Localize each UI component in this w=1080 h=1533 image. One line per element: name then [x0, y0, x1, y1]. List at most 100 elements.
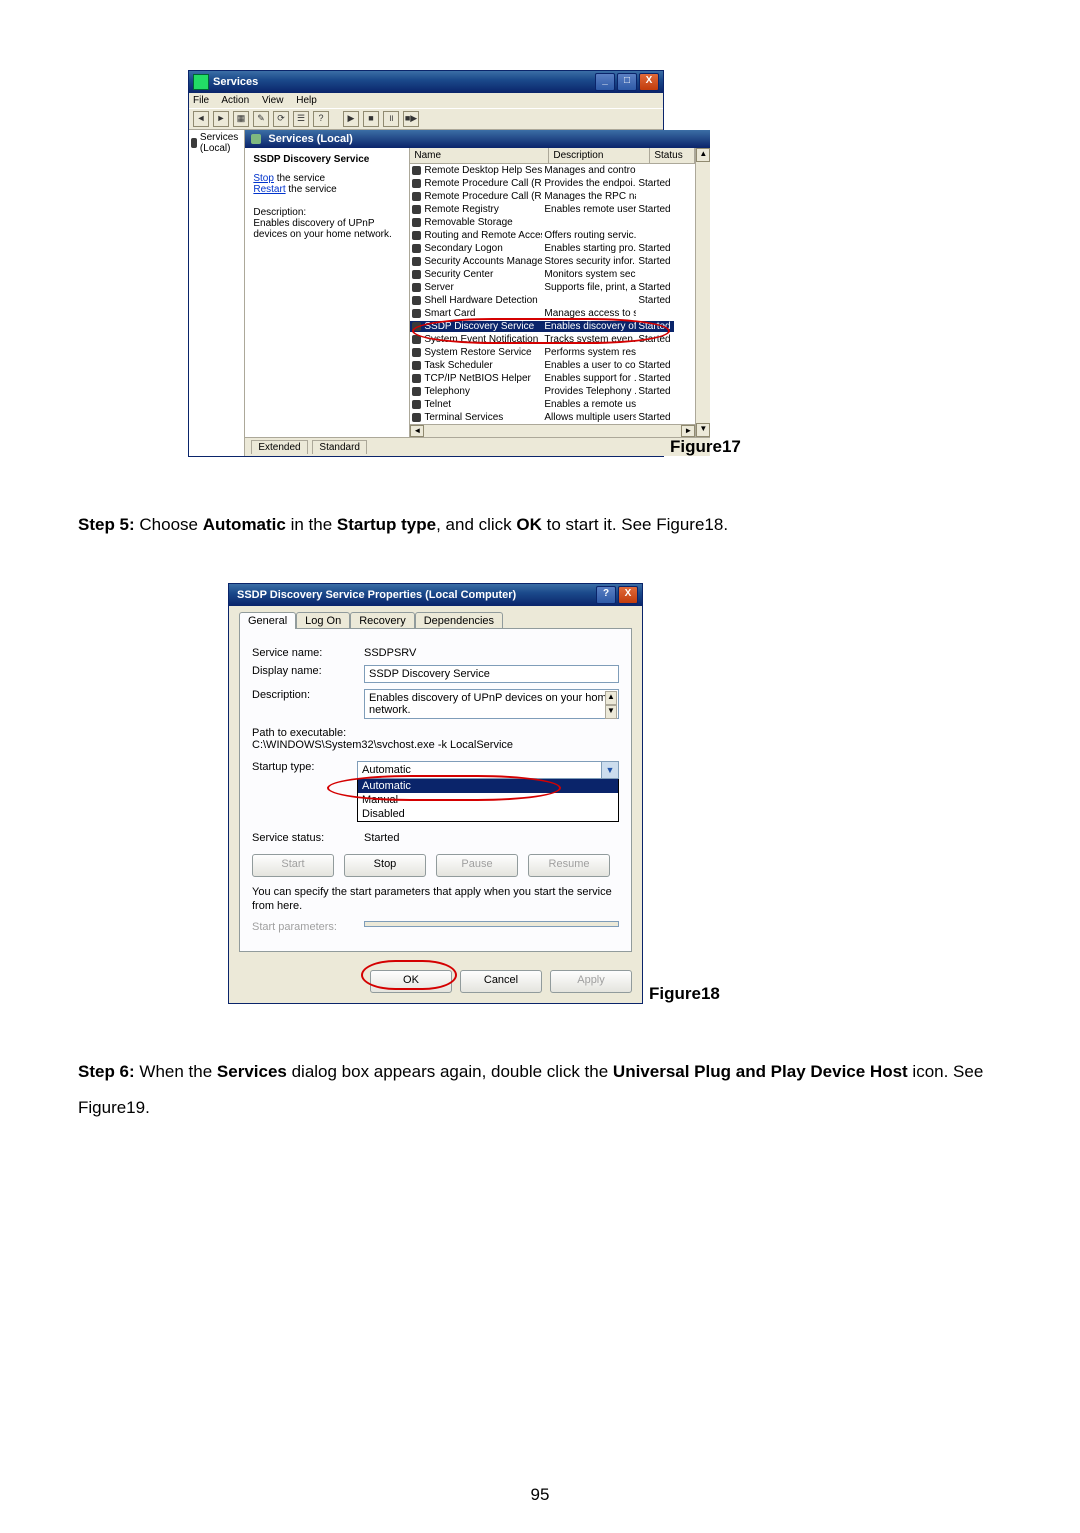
menu-view[interactable]: View [262, 95, 284, 106]
cancel-button[interactable]: Cancel [460, 970, 542, 993]
toolbar-button[interactable]: ⟳ [273, 111, 289, 127]
gear-icon [412, 361, 421, 370]
forward-button[interactable]: ► [213, 111, 229, 127]
back-button[interactable]: ◄ [193, 111, 209, 127]
close-button[interactable]: X [639, 73, 659, 91]
scroll-right-icon[interactable]: ► [681, 425, 695, 437]
toolbar-button[interactable]: ✎ [253, 111, 269, 127]
label-display-name: Display name: [252, 665, 364, 677]
help-button[interactable]: ? [596, 586, 616, 604]
gear-icon [412, 179, 421, 188]
service-status: Started [636, 334, 674, 345]
service-row[interactable]: System Event NotificationTracks system e… [410, 333, 695, 346]
pause-button[interactable]: Pause [436, 854, 518, 877]
service-name: Security Accounts Manager [424, 256, 542, 267]
minimize-button[interactable]: _ [595, 73, 615, 91]
maximize-button[interactable]: □ [617, 73, 637, 91]
scroll-up-icon[interactable]: ▲ [696, 148, 710, 162]
stop-button[interactable]: ■ [363, 111, 379, 127]
service-row[interactable]: SSDP Discovery ServiceEnables discovery … [410, 320, 695, 333]
option-manual[interactable]: Manual [358, 793, 618, 807]
gear-icon [412, 270, 421, 279]
service-row[interactable]: TCP/IP NetBIOS HelperEnables support for… [410, 372, 695, 385]
titlebar[interactable]: Services _ □ X [189, 71, 663, 93]
service-row[interactable]: Removable Storage [410, 216, 695, 229]
spin-buttons[interactable]: ▲ ▼ [605, 691, 617, 719]
scroll-down-icon[interactable]: ▼ [696, 423, 710, 437]
service-row[interactable]: Terminal ServicesAllows multiple users .… [410, 411, 695, 424]
service-status: Started [636, 373, 674, 384]
tab-dependencies[interactable]: Dependencies [415, 612, 503, 629]
startup-type-combo[interactable]: Automatic ▼ [357, 761, 619, 779]
figure18-label: Figure18 [649, 984, 720, 1004]
gear-icon [412, 192, 421, 201]
toolbar-button[interactable]: ▦ [233, 111, 249, 127]
toolbar-button[interactable]: ? [313, 111, 329, 127]
service-row[interactable]: Shell Hardware DetectionStarted [410, 294, 695, 307]
stop-link[interactable]: Stop the service [253, 173, 403, 184]
service-row[interactable]: Task SchedulerEnables a user to co...Sta… [410, 359, 695, 372]
tab-logon[interactable]: Log On [296, 612, 350, 629]
resume-button[interactable]: Resume [528, 854, 610, 877]
pause-button[interactable]: ॥ [383, 111, 399, 127]
tab-general[interactable]: General [239, 612, 296, 629]
gear-icon [412, 218, 421, 227]
service-row[interactable]: ServerSupports file, print, a...Started [410, 281, 695, 294]
scroll-left-icon[interactable]: ◄ [410, 425, 424, 437]
service-row[interactable]: Remote Procedure Call (RPC)...Manages th… [410, 190, 695, 203]
spin-down-icon[interactable]: ▼ [605, 705, 617, 719]
service-status: Started [636, 178, 674, 189]
start-params-field[interactable] [364, 921, 619, 927]
display-name-field[interactable]: SSDP Discovery Service [364, 665, 619, 683]
service-row[interactable]: Security CenterMonitors system sec... [410, 268, 695, 281]
col-description[interactable]: Description [549, 148, 650, 163]
menu-help[interactable]: Help [296, 95, 317, 106]
services-window: Services _ □ X File Action View Help ◄ ►… [188, 70, 664, 457]
tab-standard[interactable]: Standard [312, 440, 367, 454]
ok-button[interactable]: OK [370, 970, 452, 993]
service-name: Secondary Logon [424, 243, 502, 254]
menu-file[interactable]: File [193, 95, 209, 106]
service-row[interactable]: TelephonyProvides Telephony ...Started [410, 385, 695, 398]
figure17-label: Figure17 [670, 437, 741, 457]
apply-button[interactable]: Apply [550, 970, 632, 993]
service-row[interactable]: Security Accounts ManagerStores security… [410, 255, 695, 268]
service-row[interactable]: Secondary LogonEnables starting pro...St… [410, 242, 695, 255]
spin-up-icon[interactable]: ▲ [605, 691, 617, 705]
chevron-down-icon[interactable]: ▼ [601, 762, 618, 778]
horizontal-scrollbar[interactable]: ◄ ► [410, 424, 695, 437]
service-row[interactable]: Smart CardManages access to s... [410, 307, 695, 320]
service-list: Name Description Status Remote Desktop H… [410, 148, 695, 437]
service-row[interactable]: TelnetEnables a remote us... [410, 398, 695, 411]
service-row[interactable]: Remote Desktop Help Sessio...Manages and… [410, 164, 695, 177]
menu-action[interactable]: Action [221, 95, 249, 106]
restart-link[interactable]: Restart the service [253, 184, 403, 195]
list-header: Name Description Status [410, 148, 695, 164]
service-status: Started [636, 295, 674, 306]
tab-extended[interactable]: Extended [251, 440, 307, 454]
tab-recovery[interactable]: Recovery [350, 612, 414, 629]
restart-button[interactable]: ■▶ [403, 111, 419, 127]
play-button[interactable]: ▶ [343, 111, 359, 127]
close-button[interactable]: X [618, 586, 638, 604]
service-row[interactable]: System Restore ServicePerforms system re… [410, 346, 695, 359]
toolbar-button[interactable]: ☰ [293, 111, 309, 127]
service-description: Supports file, print, a... [542, 282, 636, 293]
service-row[interactable]: Remote Procedure Call (RPC)Provides the … [410, 177, 695, 190]
service-row[interactable]: Routing and Remote AccessOffers routing … [410, 229, 695, 242]
start-button[interactable]: Start [252, 854, 334, 877]
service-status: Started [636, 360, 674, 371]
vertical-scrollbar[interactable]: ▲ ▼ [695, 148, 710, 437]
col-status[interactable]: Status [650, 148, 695, 163]
dialog-titlebar[interactable]: SSDP Discovery Service Properties (Local… [229, 584, 642, 606]
col-name[interactable]: Name [410, 148, 549, 163]
page-number: 95 [0, 1485, 1080, 1505]
value-service-name: SSDPSRV [364, 647, 619, 659]
option-automatic[interactable]: Automatic [358, 779, 618, 793]
stop-button[interactable]: Stop [344, 854, 426, 877]
gear-icon [412, 413, 421, 422]
option-disabled[interactable]: Disabled [358, 807, 618, 821]
description-field[interactable]: Enables discovery of UPnP devices on you… [364, 689, 619, 719]
service-row[interactable]: Remote RegistryEnables remote user...Sta… [410, 203, 695, 216]
tree-root[interactable]: Services (Local) [191, 132, 242, 154]
